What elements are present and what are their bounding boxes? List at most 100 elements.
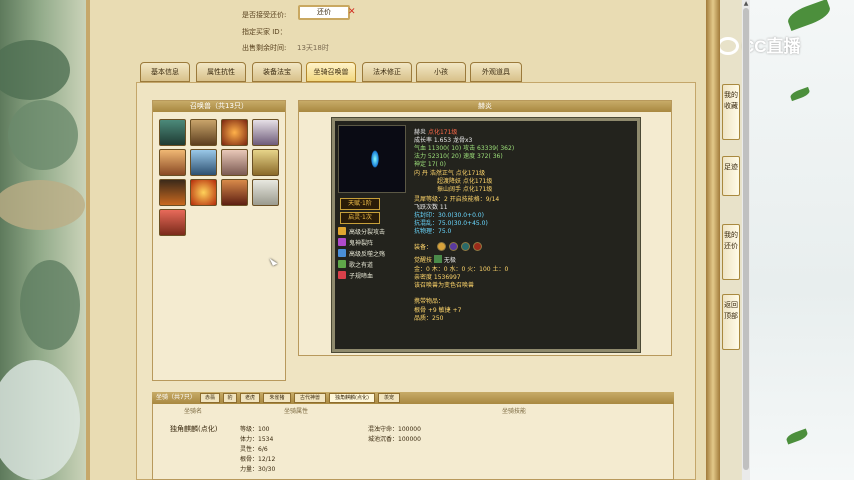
- pet-icon[interactable]: [252, 179, 279, 206]
- spirit-level: 灵犀等级：2 开启技能格：9/14: [414, 196, 500, 203]
- skill-item[interactable]: 高级反噬之殇: [338, 249, 385, 259]
- side-footprints[interactable]: 足迹: [722, 156, 740, 196]
- skill-item[interactable]: 歌之有道: [338, 260, 373, 270]
- pet-detail-title: 赫炎: [299, 101, 671, 112]
- gear-icon[interactable]: [449, 242, 458, 251]
- buyer-label: 指定买家 ID：: [242, 28, 287, 36]
- mount-tab[interactable]: 羡宠: [378, 393, 400, 403]
- col-mount-skill: 坐骑技能: [502, 408, 527, 415]
- frame-border: [706, 0, 720, 480]
- skill-icon: [338, 249, 346, 257]
- mount-attr: 灵性：6/6: [240, 446, 268, 453]
- awaken-icon: [433, 255, 442, 263]
- scenery-right: [742, 0, 854, 480]
- mount-tab[interactable]: 老虎: [240, 393, 260, 403]
- pet-name: 赫炎 点化171级: [414, 129, 458, 136]
- inner-core-2: 超渡降妖 点化171级: [437, 178, 493, 185]
- scroll-up-icon[interactable]: ▲: [742, 0, 750, 8]
- skill-icon: [338, 227, 346, 235]
- mount-tabs: 坐骑（共7只） 赤翡 豹 老虎 朱雀猪 古代神兽 独角麒麟(点化) 羡宠: [152, 392, 674, 404]
- innate-badge: 天赋·1阶: [340, 198, 380, 210]
- flame-icon: [371, 150, 379, 168]
- skill-icon: [338, 260, 346, 268]
- growth-stat: 成长率 1.653 龙骨x3: [414, 137, 473, 144]
- mount-attr: 根骨：12/12: [240, 456, 276, 463]
- close-icon[interactable]: ✕: [348, 7, 356, 17]
- tab-basic[interactable]: 基本信息: [140, 62, 190, 82]
- pet-icon[interactable]: [159, 179, 186, 206]
- mp-stat: 法力 52310( 20) 速度 372( 36): [414, 153, 503, 160]
- tab-child[interactable]: 小孩: [416, 62, 466, 82]
- mount-attr: 力量：30/30: [240, 466, 276, 473]
- skill-icon: [338, 238, 346, 246]
- pet-icon[interactable]: [190, 119, 217, 146]
- mount-skill: 混浊守命：100000: [368, 426, 421, 433]
- pet-icon[interactable]: [252, 119, 279, 146]
- mount-attr: 等级：100: [240, 426, 270, 433]
- col-mount-attr: 坐骑属性: [284, 408, 309, 415]
- awaken-label: 觉醒技 无极: [414, 255, 456, 264]
- mount-tab[interactable]: 朱雀猪: [263, 393, 291, 403]
- pet-icon[interactable]: [221, 179, 248, 206]
- skill-icon: [338, 271, 346, 279]
- pet-icon[interactable]: [252, 149, 279, 176]
- color-note: 该召唤兽为变色召唤兽: [414, 282, 475, 289]
- pet-icon[interactable]: [159, 119, 186, 146]
- mount-tab[interactable]: 豹: [223, 393, 237, 403]
- item-2: 品质：250: [414, 315, 444, 322]
- god-stat: 神定 17( 0): [414, 161, 446, 168]
- intimacy: 亲密度 1536997: [414, 274, 461, 281]
- skill-item[interactable]: 子规啼血: [338, 271, 373, 281]
- time-value: 13天18时: [297, 44, 329, 52]
- side-back-to-top[interactable]: 返回顶部: [722, 294, 740, 350]
- gear-icon[interactable]: [461, 242, 470, 251]
- item-1: 根骨 +9 敏捷 +7: [414, 307, 462, 314]
- tab-pets[interactable]: 坐骑召唤兽: [306, 62, 356, 82]
- mount-tab[interactable]: 古代神兽: [294, 393, 326, 403]
- inner-core-3: 振山阔手 点化171级: [437, 186, 493, 193]
- inner-core-1: 内 丹 浩然正气 点化171级: [414, 170, 486, 177]
- resist-confuse: 抗混乱：75.0(30.0+45.0): [414, 220, 488, 227]
- gear-icon[interactable]: [473, 242, 482, 251]
- pet-icon[interactable]: [190, 179, 217, 206]
- pet-icon[interactable]: [190, 149, 217, 176]
- eye-icon: [717, 37, 739, 55]
- col-mount-name: 坐骑名: [184, 408, 203, 415]
- scenery-left: [0, 0, 86, 480]
- pet-portrait: [338, 125, 406, 193]
- time-label: 出售剩余时间:: [242, 44, 287, 52]
- skill-item[interactable]: 高级分裂攻击: [338, 227, 385, 237]
- tab-appearance[interactable]: 外观道具: [470, 62, 522, 82]
- side-my-offers[interactable]: 我的还价: [722, 224, 740, 280]
- pet-icon[interactable]: [221, 149, 248, 176]
- mount-name: 独角麒麟(点化): [170, 425, 218, 433]
- tab-bar: 基本信息 属性抗性 装备法宝 坐骑召唤兽 法术修正 小孩 外观道具: [140, 62, 580, 82]
- gear-icon[interactable]: [437, 242, 446, 251]
- elements: 金：0 木：0 水：0 火：100 土：0: [414, 266, 509, 273]
- mount-tab[interactable]: 赤翡: [200, 393, 220, 403]
- pet-icon[interactable]: [159, 209, 186, 236]
- tab-equipment[interactable]: 装备法宝: [252, 62, 302, 82]
- mount-attr: 体力：1534: [240, 436, 274, 443]
- side-favorites[interactable]: 我的收藏: [722, 84, 740, 140]
- pet-icon[interactable]: [159, 149, 186, 176]
- resist-physical: 抗物理：75.0: [414, 228, 452, 235]
- accept-label: 是否接受还价:: [242, 11, 287, 19]
- cc-live-logo: CC直播: [717, 32, 837, 58]
- gear-label: 装备：: [414, 244, 433, 251]
- pet-list: 召唤兽（共13只）: [152, 100, 286, 381]
- tab-attributes[interactable]: 属性抗性: [196, 62, 246, 82]
- tab-spells[interactable]: 法术修正: [362, 62, 412, 82]
- pet-list-title: 召唤兽（共13只）: [153, 101, 285, 112]
- mount-skill: 城池沉香：100000: [368, 436, 421, 443]
- mount-tab-active[interactable]: 独角麒麟(点化): [329, 393, 375, 403]
- reborn-count: 飞跃次数 11: [414, 204, 448, 211]
- mount-title: 坐骑（共7只）: [156, 394, 196, 401]
- skill-item[interactable]: 鬼神裂阵: [338, 238, 373, 248]
- scrollbar-thumb[interactable]: [743, 8, 749, 470]
- hp-stat: 气血 11300( 10) 攻击 63339( 362): [414, 145, 515, 152]
- pet-icon[interactable]: [221, 119, 248, 146]
- items-label: 携带物品：: [414, 298, 445, 305]
- counter-offer-button[interactable]: 还价: [298, 5, 350, 20]
- star-badge: 启灵·1次: [340, 212, 380, 224]
